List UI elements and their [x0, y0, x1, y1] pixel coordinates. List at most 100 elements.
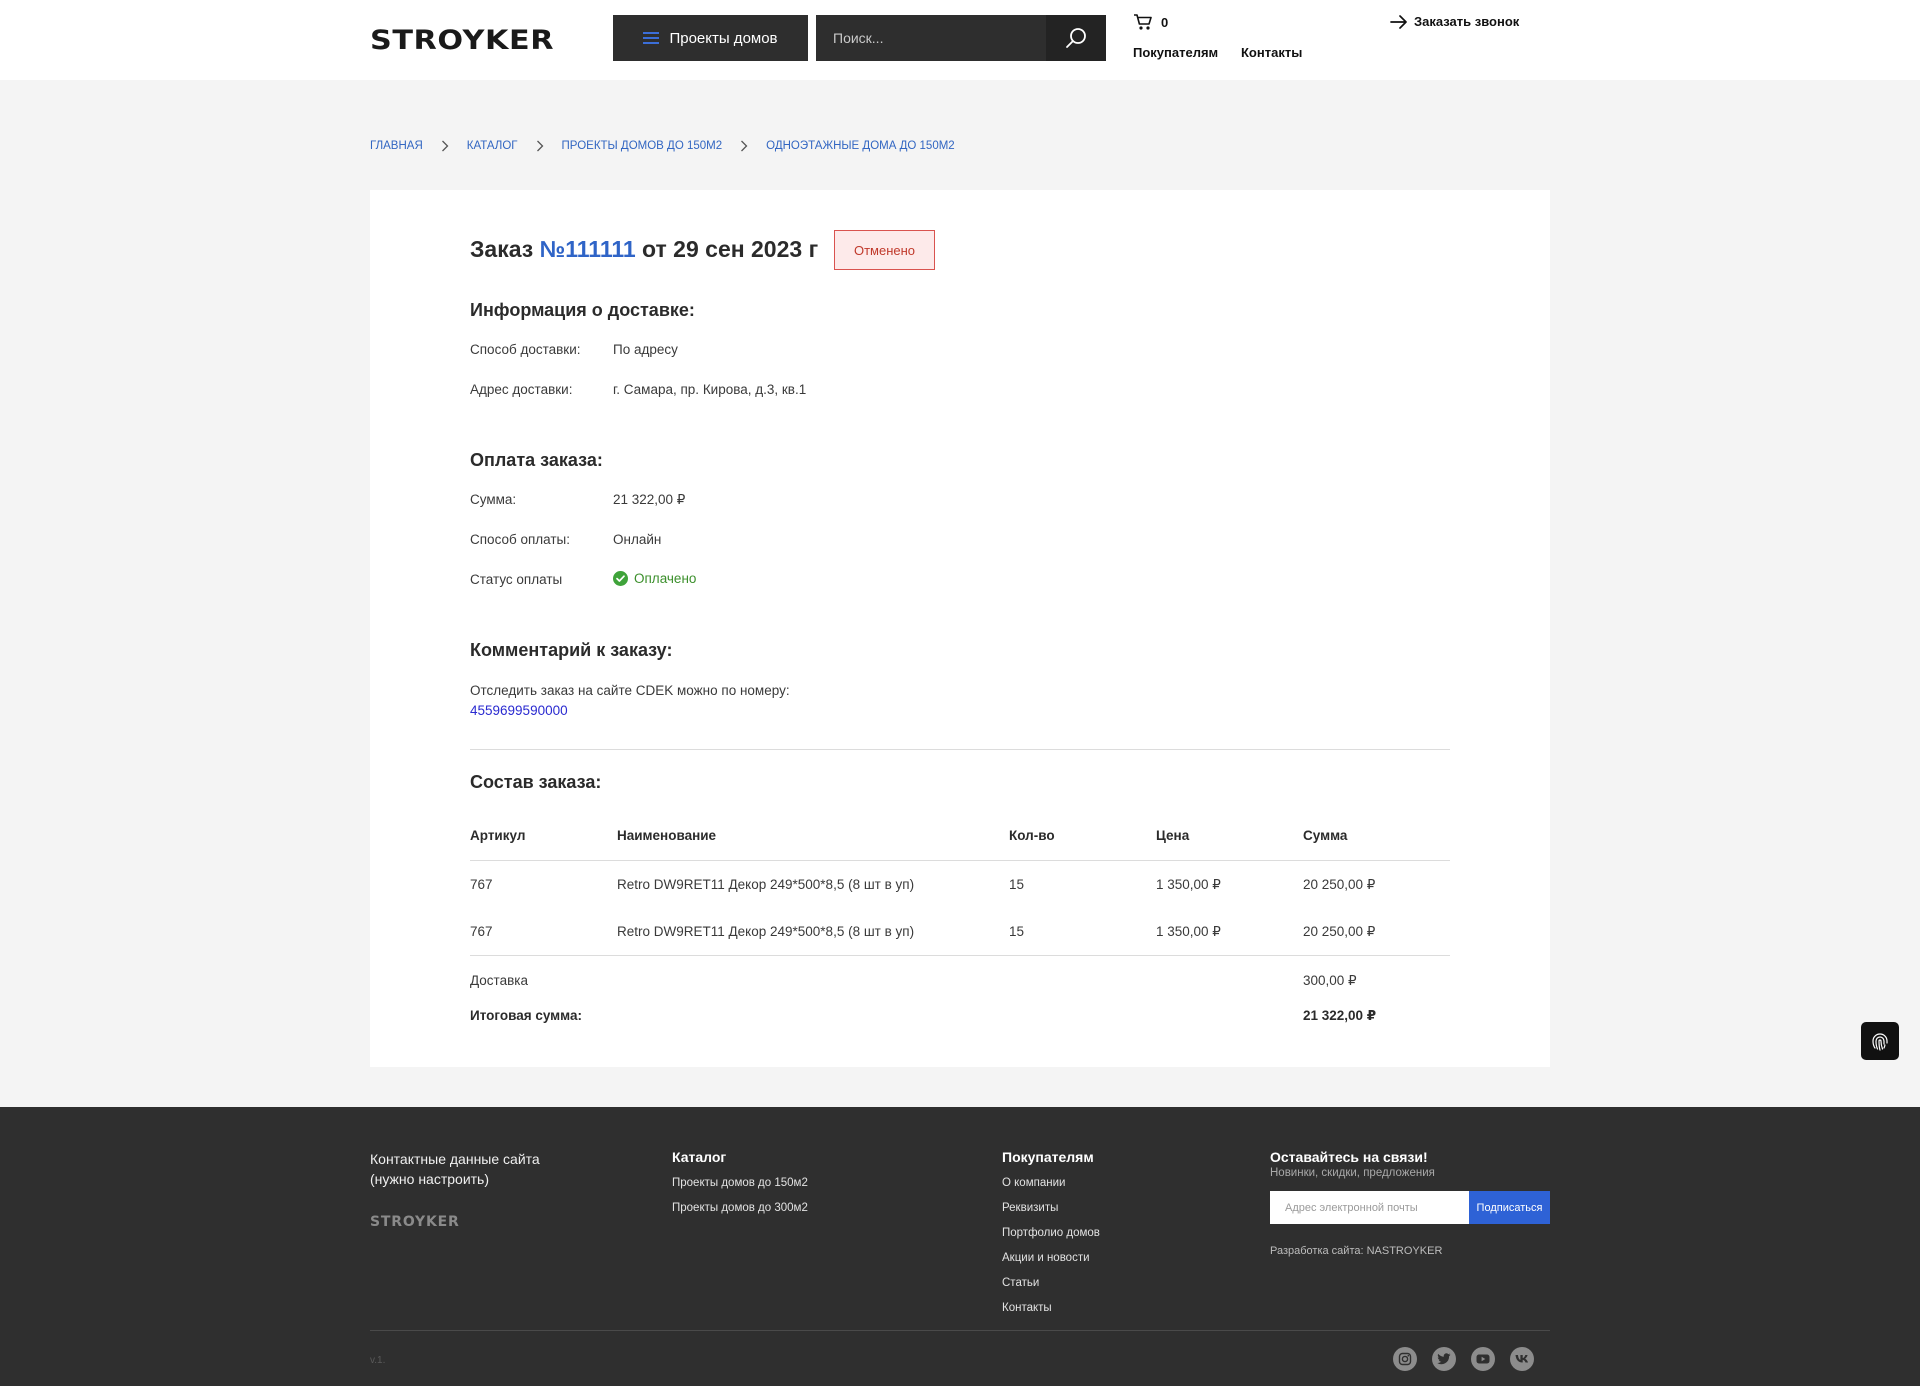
cart-icon [1134, 14, 1152, 30]
table-footer-divider [470, 955, 1450, 956]
composition-heading: Состав заказа: [470, 772, 602, 792]
payment-status-text: Оплачено [634, 571, 697, 586]
total-value: 21 322,00 ₽ [1303, 1008, 1377, 1023]
footer-subscribe-heading: Оставайтесь на связи! [1270, 1149, 1428, 1165]
table-header-divider [470, 860, 1450, 861]
footer-subscribe-subtitle: Новинки, скидки, предложения [1270, 1167, 1435, 1179]
total-label: Итоговая сумма: [470, 1008, 582, 1023]
footer-link-projects-150[interactable]: Проекты домов до 150м2 [672, 1177, 808, 1189]
developer-credit-link[interactable]: Разработка сайта: NASTROYKER [1270, 1245, 1442, 1257]
catalog-menu-label: Проекты домов [669, 29, 778, 47]
footer-contacts-line: (нужно настроить) [370, 1171, 490, 1187]
col-header-sku: Артикул [470, 828, 526, 843]
breadcrumb-single-storey[interactable]: ОДНОЭТАЖНЫЕ ДОМА ДО 150М2 [766, 140, 955, 152]
cart-link[interactable]: 0 [1133, 13, 1168, 31]
footer-logo[interactable]: STROYKER [370, 1214, 460, 1230]
chevron-right-icon [441, 140, 449, 152]
comment-text: Отследить заказ на сайте CDEK можно по н… [470, 683, 790, 698]
footer-link-news[interactable]: Акции и новости [1002, 1252, 1090, 1264]
order-title-date: от 29 сен 2023 г [642, 236, 819, 262]
tracking-number-link[interactable]: 4559699590000 [470, 701, 790, 721]
col-header-qty: Кол-во [1009, 828, 1055, 843]
row-sum: 20 250,00 ₽ [1303, 924, 1376, 939]
search-input[interactable] [816, 15, 1046, 61]
twitter-icon[interactable] [1432, 1347, 1456, 1371]
search-button[interactable] [1046, 15, 1106, 61]
cart-count: 0 [1161, 14, 1169, 30]
footer-link-articles[interactable]: Статьи [1002, 1277, 1039, 1289]
payment-sum-label: Сумма: [470, 492, 517, 507]
footer-link-contacts[interactable]: Контакты [1002, 1302, 1052, 1314]
site-logo[interactable]: STROYKER [370, 25, 554, 56]
site-footer: Контактные данные сайта (нужно настроить… [0, 1107, 1920, 1386]
footer-contacts: Контактные данные сайта (нужно настроить… [370, 1149, 540, 1189]
youtube-icon[interactable] [1471, 1347, 1495, 1371]
payment-status-value: Оплачено [613, 571, 696, 586]
comment-body: Отследить заказ на сайте CDEK можно по н… [470, 681, 790, 721]
vk-icon[interactable] [1510, 1347, 1534, 1371]
breadcrumb-home[interactable]: ГЛАВНАЯ [370, 140, 423, 152]
site-header: STROYKER Проекты домов 0 Покупателям Кон… [0, 0, 1920, 80]
search-form [816, 15, 1106, 61]
order-title-prefix: Заказ [470, 236, 534, 262]
delivery-address-label: Адрес доставки: [470, 382, 573, 397]
catalog-menu-button[interactable]: Проекты домов [613, 15, 808, 61]
status-badge: Отменено [834, 230, 935, 270]
callback-label: Заказать звонок [1414, 14, 1520, 29]
delivery-address-value: г. Самара, пр. Кирова, д.3, кв.1 [613, 382, 807, 397]
fingerprint-icon [1872, 1033, 1888, 1051]
footer-catalog-heading: Каталог [672, 1149, 727, 1165]
nav-contacts[interactable]: Контакты [1241, 45, 1302, 60]
payment-sum-value: 21 322,00 ₽ [613, 492, 686, 507]
search-icon [1066, 28, 1086, 48]
delivery-cost-value: 300,00 ₽ [1303, 973, 1357, 988]
footer-divider [370, 1330, 1550, 1331]
payment-method-label: Способ оплаты: [470, 532, 571, 547]
footer-contacts-line: Контактные данные сайта [370, 1151, 540, 1167]
row-sum: 20 250,00 ₽ [1303, 877, 1376, 892]
order-number-link[interactable]: №111111 [540, 236, 636, 262]
footer-link-requisites[interactable]: Реквизиты [1002, 1202, 1058, 1214]
fingerprint-widget-button[interactable] [1861, 1022, 1899, 1060]
breadcrumb-projects-150[interactable]: ПРОЕКТЫ ДОМОВ ДО 150М2 [562, 140, 723, 152]
row-qty: 15 [1009, 877, 1025, 892]
footer-link-projects-300[interactable]: Проекты домов до 300м2 [672, 1202, 808, 1214]
instagram-icon[interactable] [1393, 1347, 1417, 1371]
chevron-right-icon [740, 140, 748, 152]
delivery-cost-label: Доставка [470, 973, 528, 988]
breadcrumb: ГЛАВНАЯ КАТАЛОГ ПРОЕКТЫ ДОМОВ ДО 150М2 О… [370, 140, 955, 152]
breadcrumb-catalog[interactable]: КАТАЛОГ [467, 140, 518, 152]
footer-buyers-heading: Покупателям [1002, 1149, 1094, 1165]
row-name: Retro DW9RET11 Декор 249*500*8,5 (8 шт в… [617, 877, 915, 892]
footer-link-portfolio[interactable]: Портфолио домов [1002, 1227, 1100, 1239]
comment-heading: Комментарий к заказу: [470, 640, 673, 660]
footer-link-about[interactable]: О компании [1002, 1177, 1065, 1189]
check-circle-icon [613, 571, 628, 586]
site-version: v.1. [370, 1355, 386, 1366]
row-price: 1 350,00 ₽ [1156, 877, 1221, 892]
payment-method-value: Онлайн [613, 532, 662, 547]
col-header-price: Цена [1156, 828, 1190, 843]
payment-status-label: Статус оплаты [470, 572, 563, 587]
callback-link[interactable]: Заказать звонок [1390, 14, 1519, 29]
menu-icon [643, 32, 660, 44]
delivery-method-label: Способ доставки: [470, 342, 581, 357]
row-price: 1 350,00 ₽ [1156, 924, 1221, 939]
delivery-heading: Информация о доставке: [470, 300, 695, 320]
row-qty: 15 [1009, 924, 1025, 939]
section-divider [470, 749, 1450, 750]
arrow-right-icon [1390, 14, 1407, 29]
subscribe-form: Подписаться [1270, 1191, 1550, 1224]
subscribe-button[interactable]: Подписаться [1469, 1191, 1550, 1224]
nav-buyers[interactable]: Покупателям [1133, 45, 1218, 60]
delivery-method-value: По адресу [613, 342, 678, 357]
subscribe-email-input[interactable] [1270, 1191, 1469, 1224]
row-sku: 767 [470, 924, 493, 939]
col-header-sum: Сумма [1303, 828, 1348, 843]
payment-heading: Оплата заказа: [470, 450, 603, 470]
col-header-name: Наименование [617, 828, 717, 843]
row-name: Retro DW9RET11 Декор 249*500*8,5 (8 шт в… [617, 924, 915, 939]
order-card: Заказ №111111 от 29 сен 2023 г Отменено … [370, 190, 1550, 1067]
chevron-right-icon [536, 140, 544, 152]
row-sku: 767 [470, 877, 493, 892]
